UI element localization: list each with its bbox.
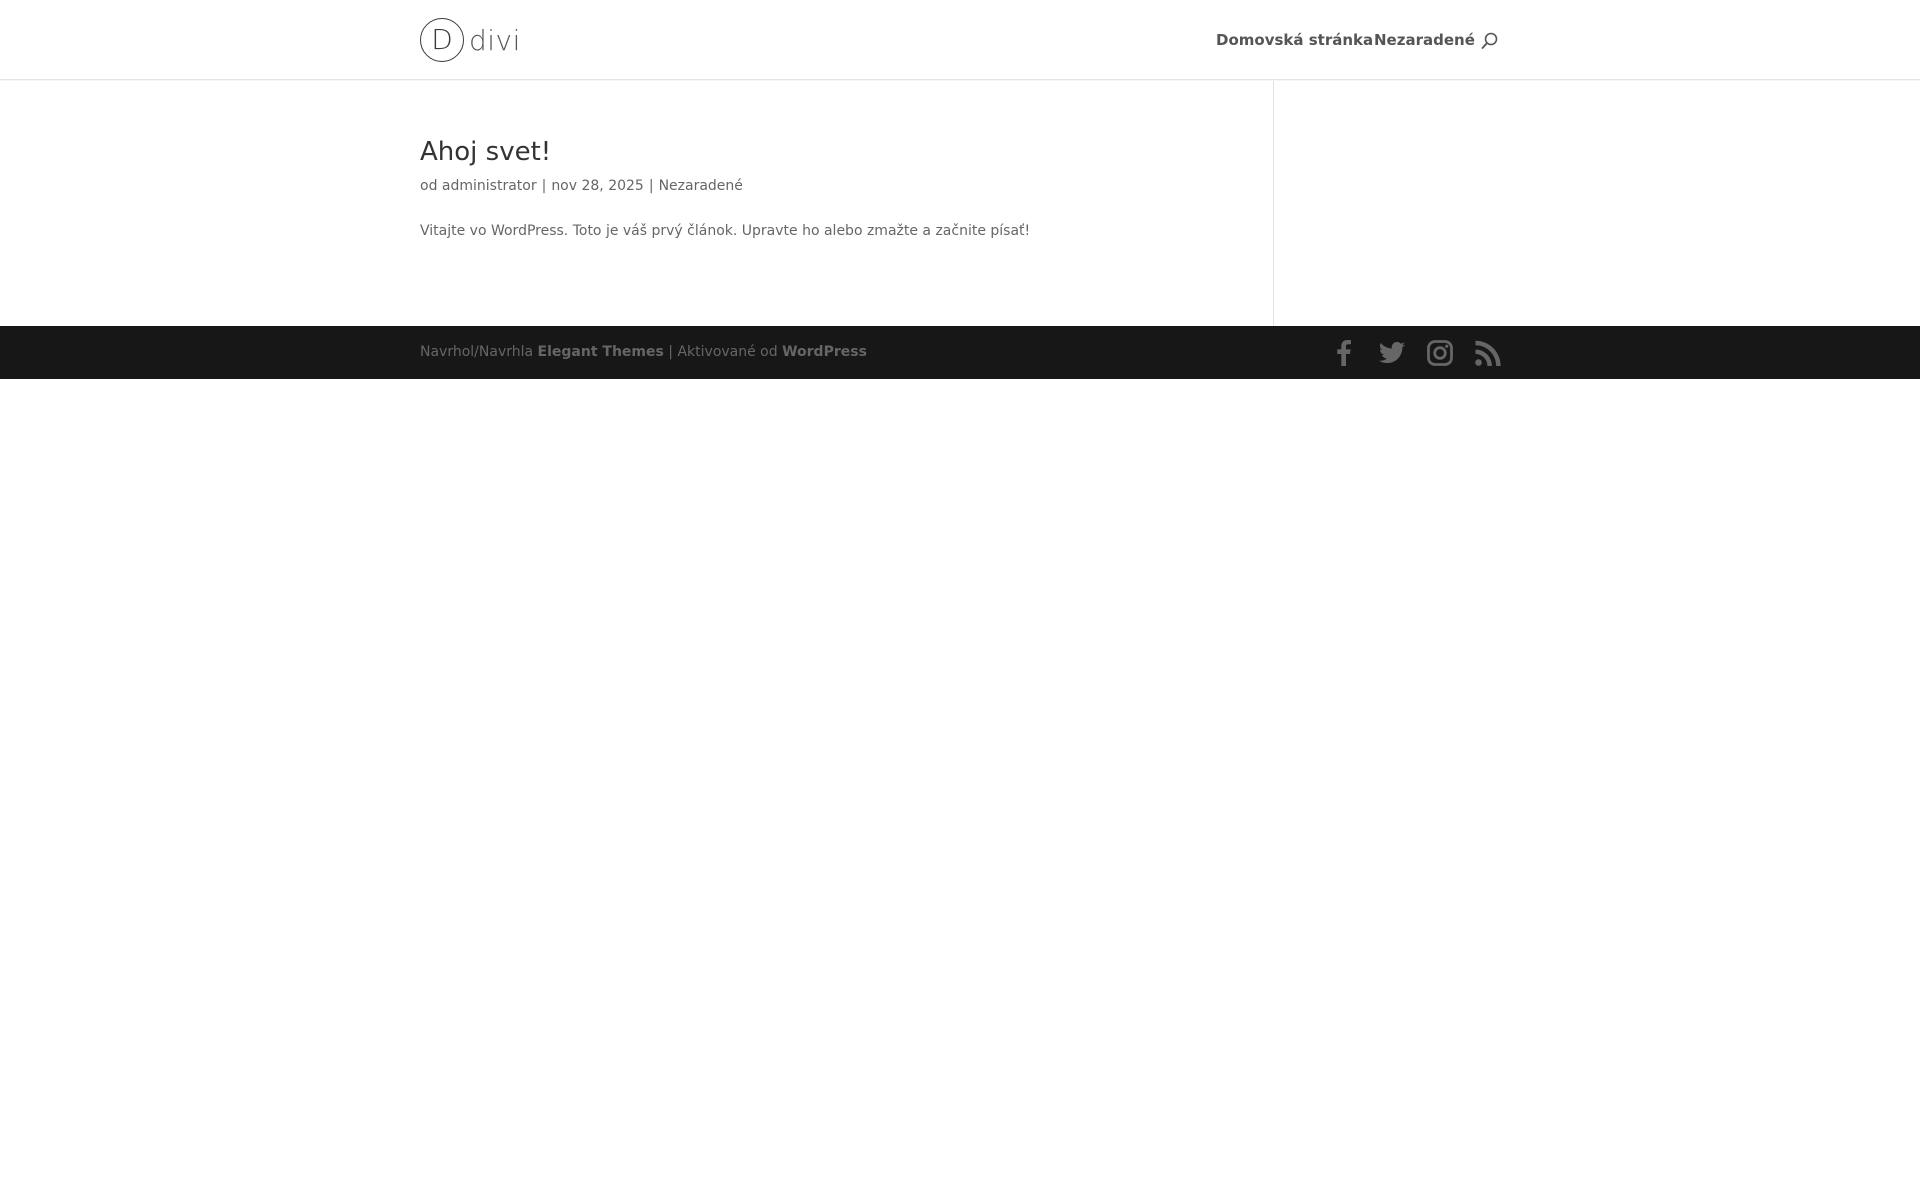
logo-wordmark: divi bbox=[469, 24, 521, 57]
site-logo[interactable]: D divi bbox=[420, 17, 521, 63]
nav-item-home[interactable]: Domovská stránka bbox=[1216, 31, 1373, 49]
logo-mark: D bbox=[420, 18, 464, 62]
instagram-icon[interactable] bbox=[1426, 339, 1454, 367]
site-header: D divi Domovská stránka Nezaradené bbox=[0, 0, 1920, 80]
meta-separator: | bbox=[648, 178, 654, 194]
post-date: nov 28, 2025 bbox=[551, 178, 644, 194]
footer-powered-by: Aktivované od bbox=[677, 344, 778, 360]
post-category-link[interactable]: Nezaradené bbox=[659, 178, 743, 194]
rss-icon[interactable] bbox=[1474, 339, 1502, 367]
footer-wordpress-link[interactable]: WordPress bbox=[782, 344, 867, 360]
sidebar-divider bbox=[1273, 81, 1274, 326]
meta-separator: | bbox=[541, 178, 547, 194]
facebook-icon[interactable] bbox=[1330, 339, 1358, 367]
footer-credits: Navrhol/Navrhla Elegant Themes | Aktivov… bbox=[420, 342, 867, 362]
post-meta-by: od bbox=[420, 178, 438, 194]
nav-item-uncategorized[interactable]: Nezaradené bbox=[1374, 31, 1475, 49]
search-icon[interactable] bbox=[1480, 31, 1500, 51]
post-excerpt: Vitajte vo WordPress. Toto je váš prvý č… bbox=[420, 223, 1031, 239]
twitter-icon[interactable] bbox=[1378, 339, 1406, 367]
footer-theme-link[interactable]: Elegant Themes bbox=[538, 344, 664, 360]
post-title[interactable]: Ahoj svet! bbox=[420, 136, 551, 168]
footer-designed-by: Navrhol/Navrhla bbox=[420, 344, 534, 360]
site-footer: Navrhol/Navrhla Elegant Themes | Aktivov… bbox=[0, 326, 1920, 379]
post-author-link[interactable]: administrator bbox=[442, 178, 537, 194]
post-meta: od administrator | nov 28, 2025 | Nezaradené bbox=[420, 176, 743, 196]
main-content bbox=[0, 81, 1920, 326]
footer-separator: | bbox=[668, 344, 674, 360]
